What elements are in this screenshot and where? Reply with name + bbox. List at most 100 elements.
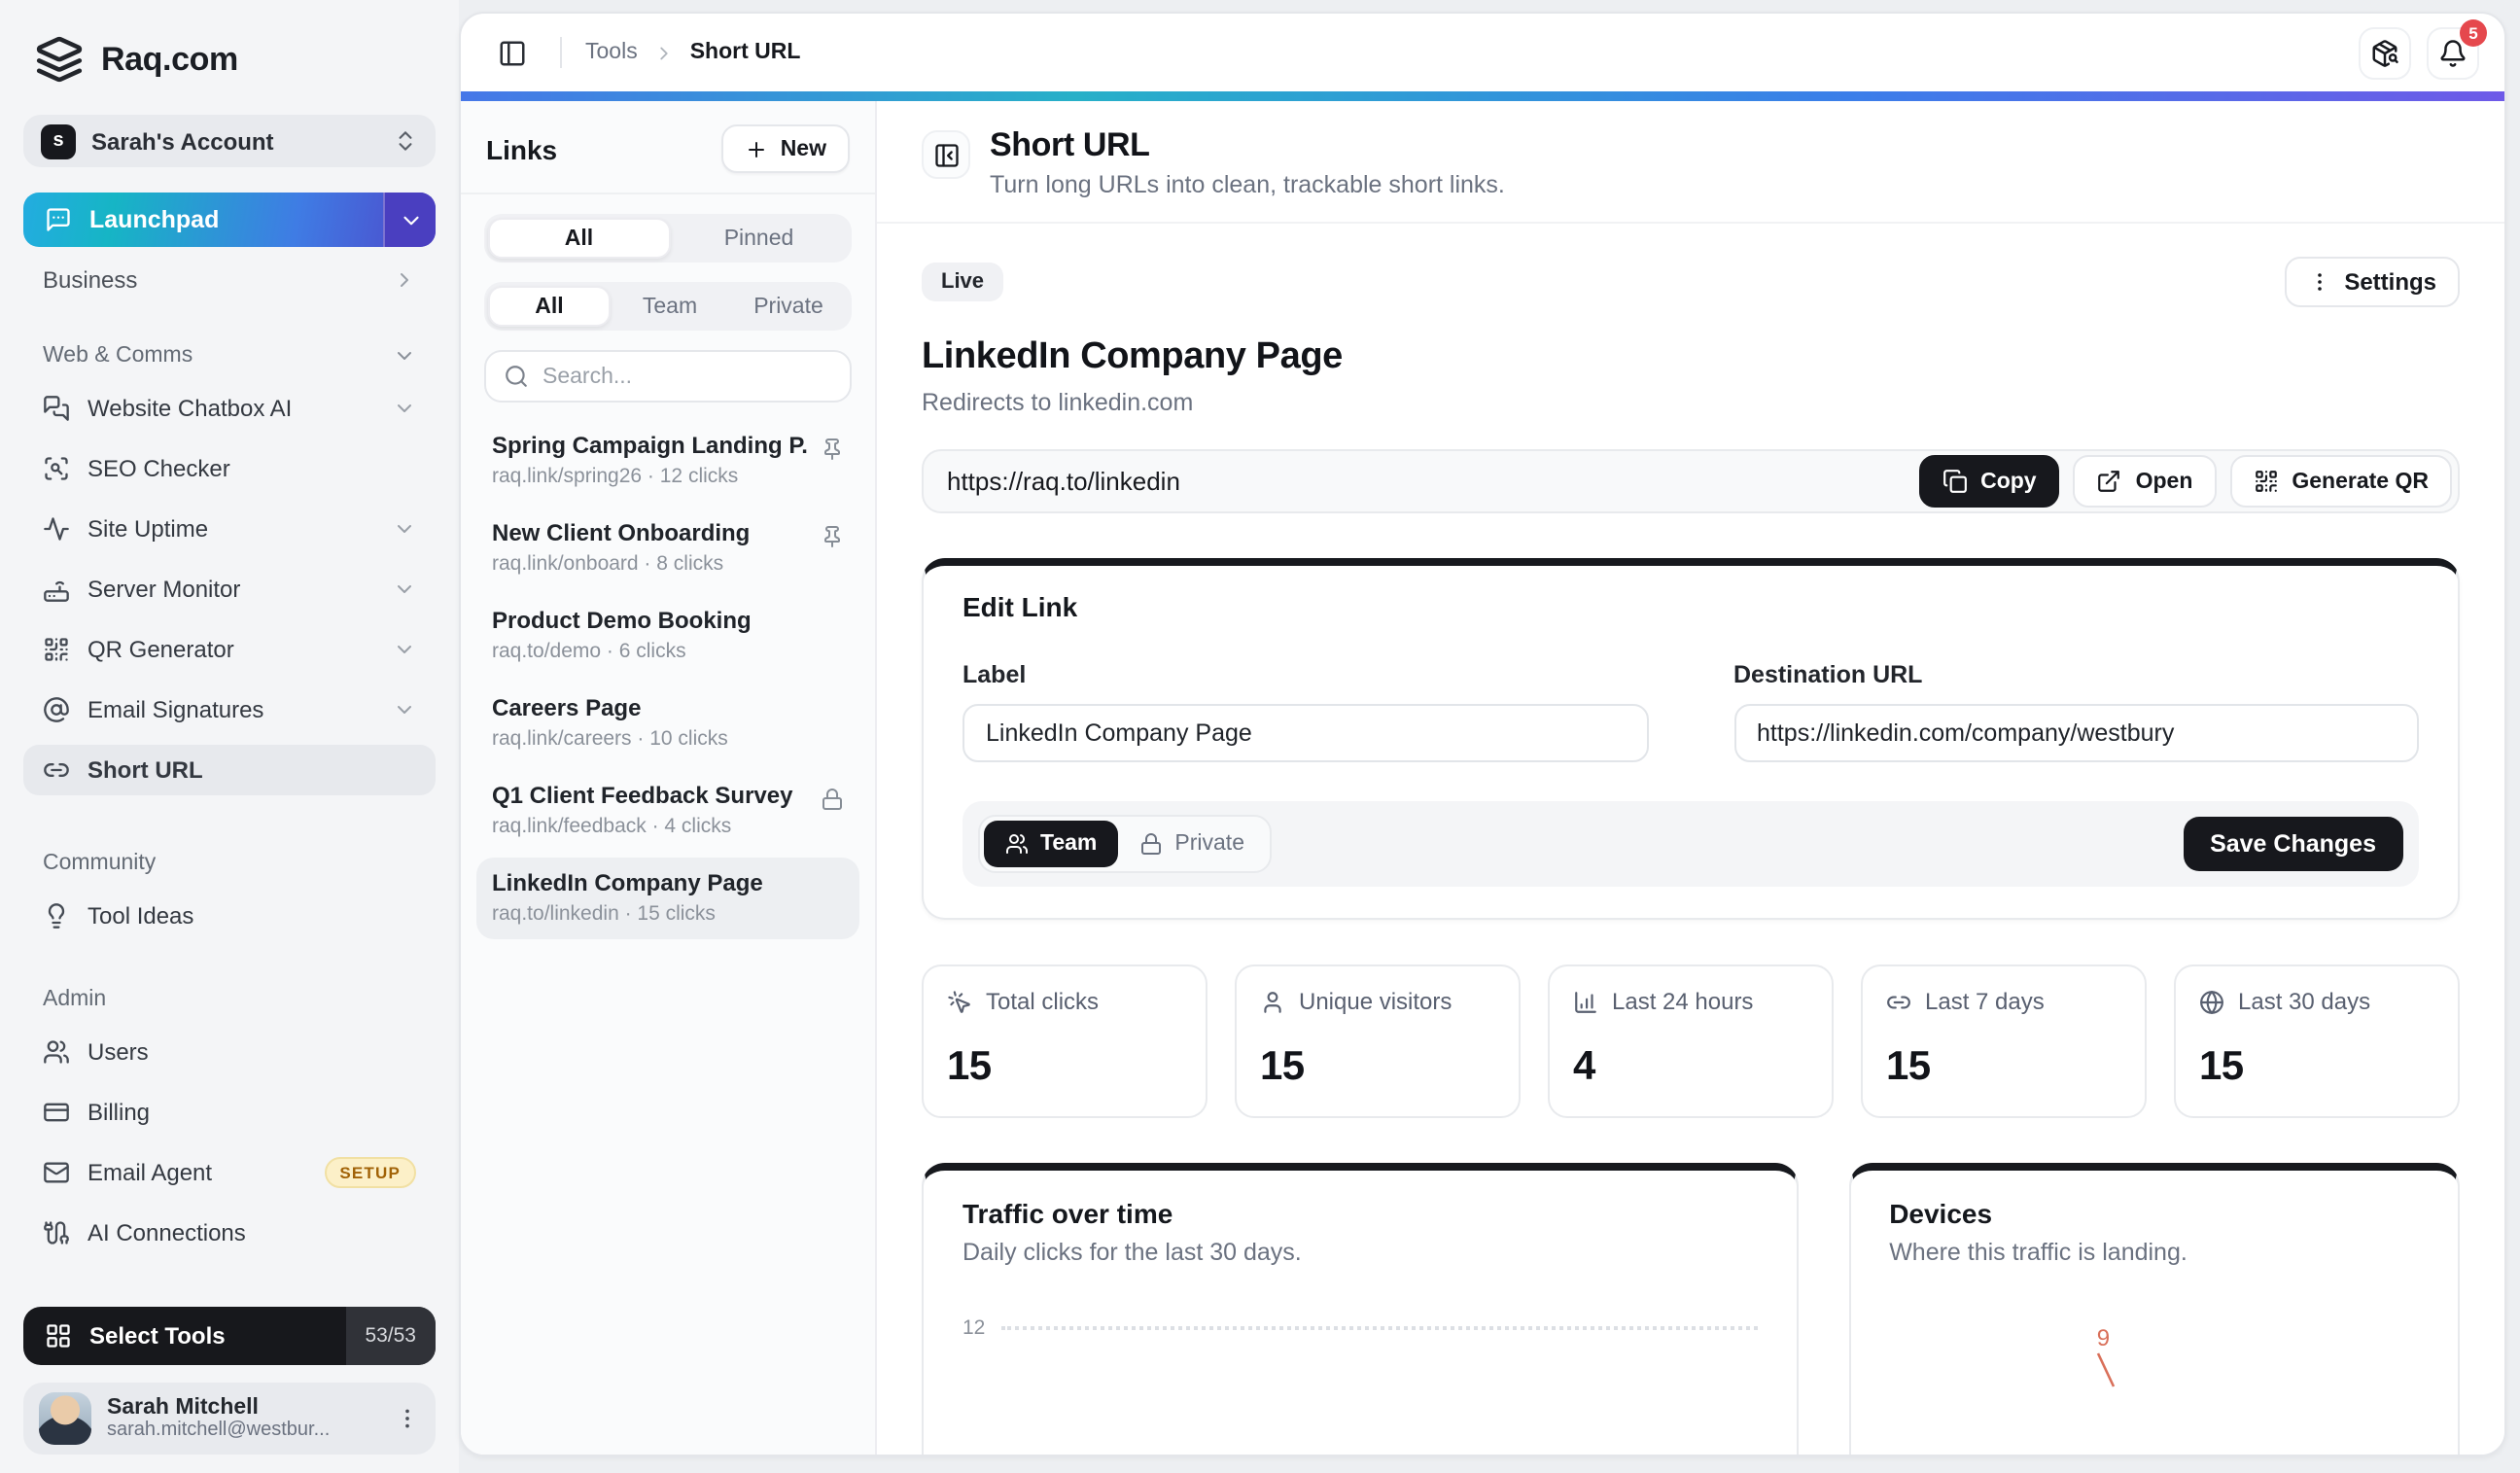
brand: Raq.com	[35, 35, 424, 84]
tab-all[interactable]: All	[488, 218, 670, 259]
select-tools-label: Select Tools	[89, 1322, 226, 1350]
user-card[interactable]: Sarah Mitchell sarah.mitchell@westbur...	[23, 1383, 436, 1455]
activity-icon	[43, 515, 70, 543]
sidebar-toggle-button[interactable]	[486, 27, 537, 78]
launchpad-main[interactable]: Launchpad	[23, 193, 383, 247]
generate-qr-button[interactable]: Generate QR	[2229, 455, 2452, 508]
account-switcher[interactable]: s Sarah's Account	[23, 115, 436, 167]
sidebar-item-ai-connections[interactable]: AI Connections	[23, 1208, 436, 1258]
tab-scope-all[interactable]: All	[488, 286, 611, 327]
pinned-filter-tabs: All Pinned	[484, 214, 852, 263]
list-item[interactable]: Spring Campaign Landing P... raq.link/sp…	[476, 420, 859, 502]
tab-pinned[interactable]: Pinned	[670, 218, 848, 259]
links-panel: Links New All Pinned All Team Private	[461, 101, 877, 1455]
account-avatar: s	[41, 123, 76, 158]
stat-label: Total clicks	[986, 988, 1099, 1015]
copy-button[interactable]: Copy	[1918, 455, 2060, 508]
link-icon	[1886, 989, 1911, 1014]
scope-filter-tabs: All Team Private	[484, 282, 852, 331]
stat-last-24-hours: Last 24 hours 4	[1548, 964, 1834, 1118]
chevron-right-icon	[653, 42, 675, 63]
page-subtitle: Turn long URLs into clean, trackable sho…	[990, 171, 1505, 198]
destination-url-input[interactable]	[1733, 704, 2419, 762]
sidebar-item-qr-generator[interactable]: QR Generator	[23, 624, 436, 675]
open-button[interactable]: Open	[2074, 455, 2217, 508]
visibility-toggle: Team Private	[978, 815, 1272, 873]
sidebar-item-short-url[interactable]: Short URL	[23, 745, 436, 795]
sidebar-item-site-uptime[interactable]: Site Uptime	[23, 504, 436, 554]
breadcrumb-tools[interactable]: Tools	[585, 41, 638, 64]
user-name: Sarah Mitchell	[107, 1396, 379, 1420]
devices-chart-subtitle: Where this traffic is landing.	[1889, 1239, 2419, 1266]
notifications-button[interactable]: 5	[2427, 26, 2479, 79]
section-label: Community	[43, 852, 416, 875]
sidebar-item-website-chatbox-ai[interactable]: Website Chatbox AI	[23, 383, 436, 434]
launchpad-button[interactable]: Launchpad	[23, 193, 436, 247]
sidebar-item-tool-ideas[interactable]: Tool Ideas	[23, 891, 436, 941]
nav-label: QR Generator	[88, 636, 375, 663]
list-item[interactable]: Careers Page raq.link/careers · 10 click…	[476, 683, 859, 764]
sidebar-item-users[interactable]: Users	[23, 1027, 436, 1077]
sidebar-item-email-signatures[interactable]: Email Signatures	[23, 684, 436, 735]
chevron-down-icon	[393, 638, 416, 661]
select-tools-button[interactable]: Select Tools 53/53	[23, 1307, 436, 1365]
new-link-button[interactable]: New	[722, 124, 850, 173]
tab-scope-private[interactable]: Private	[729, 286, 848, 327]
settings-button[interactable]: Settings	[2284, 257, 2460, 307]
breadcrumb-current: Short URL	[690, 41, 801, 64]
credit-card-icon	[43, 1099, 70, 1126]
tool-header: Short URL Turn long URLs into clean, tra…	[877, 101, 2504, 224]
section-label: Admin	[43, 988, 416, 1011]
stat-last-7-days: Last 7 days 15	[1861, 964, 2147, 1118]
sidebar-item-seo-checker[interactable]: SEO Checker	[23, 443, 436, 494]
status-row: Live Settings	[922, 257, 2460, 307]
y-axis-tick: 12	[962, 1316, 985, 1340]
list-item[interactable]: New Client Onboarding raq.link/onboard ·…	[476, 508, 859, 589]
visibility-private-option[interactable]: Private	[1118, 821, 1266, 867]
sidebar-item-email-agent[interactable]: Email Agent SETUP	[23, 1147, 436, 1198]
link-icon	[43, 756, 70, 784]
devices-chart-card: Devices Where this traffic is landing. 9	[1848, 1163, 2460, 1455]
link-item-meta: raq.link/spring26 · 12 clicks	[492, 465, 809, 488]
tools-count-badge: 53/53	[345, 1307, 436, 1365]
label-input[interactable]	[962, 704, 1648, 762]
user-meta: Sarah Mitchell sarah.mitchell@westbur...	[107, 1396, 379, 1441]
sidebar-item-server-monitor[interactable]: Server Monitor	[23, 564, 436, 614]
search-input[interactable]	[542, 365, 832, 388]
list-item-selected[interactable]: LinkedIn Company Page raq.to/linkedin · …	[476, 858, 859, 939]
traffic-chart-card: Traffic over time Daily clicks for the l…	[922, 1163, 1798, 1455]
destination-field-group: Destination URL	[1733, 661, 2419, 762]
link-item-title: Careers Page	[492, 694, 844, 721]
nav-label: Tool Ideas	[88, 902, 416, 929]
avatar	[39, 1392, 91, 1445]
section-web-comms[interactable]: Web & Comms	[23, 336, 436, 375]
accent-gradient-bar	[461, 91, 2504, 101]
sidebar-item-business[interactable]: Business	[23, 255, 436, 305]
user-email: sarah.mitchell@westbur...	[107, 1420, 379, 1441]
select-tools-main[interactable]: Select Tools	[23, 1322, 345, 1350]
stat-label: Last 7 days	[1925, 988, 2045, 1015]
link-item-title: New Client Onboarding	[492, 519, 809, 546]
team-label: Team	[1040, 832, 1097, 856]
traffic-chart-gridline: 12	[962, 1316, 1757, 1340]
link-list: Spring Campaign Landing P... raq.link/sp…	[461, 420, 875, 945]
ellipsis-vertical-icon[interactable]	[395, 1406, 420, 1431]
visibility-team-option[interactable]: Team	[984, 821, 1118, 867]
search-icon	[504, 364, 529, 389]
sidebar-item-billing[interactable]: Billing	[23, 1087, 436, 1138]
save-changes-button[interactable]: Save Changes	[2183, 817, 2403, 871]
package-search-button[interactable]	[2359, 26, 2411, 79]
setup-badge: SETUP	[324, 1157, 416, 1188]
bar-chart-icon	[1573, 989, 1598, 1014]
lightbulb-icon	[43, 902, 70, 929]
nav-label: AI Connections	[88, 1219, 416, 1246]
tab-scope-team[interactable]: Team	[611, 286, 729, 327]
stat-value: 15	[1886, 1044, 2121, 1091]
external-link-icon	[2097, 469, 2122, 494]
list-item[interactable]: Q1 Client Feedback Survey raq.link/feedb…	[476, 770, 859, 852]
message-square-icon	[45, 206, 72, 233]
list-item[interactable]: Product Demo Booking raq.to/demo · 6 cli…	[476, 595, 859, 677]
stat-label: Last 30 days	[2238, 988, 2370, 1015]
globe-icon	[2199, 989, 2224, 1014]
launchpad-caret[interactable]	[383, 193, 436, 247]
